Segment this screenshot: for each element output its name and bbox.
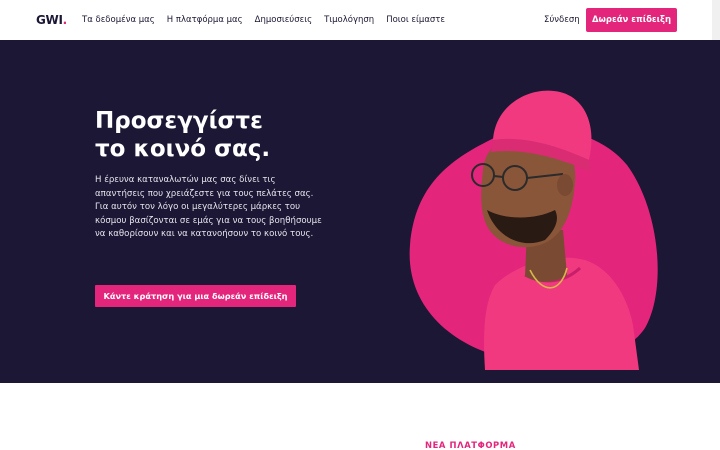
- login-link[interactable]: Σύνδεση: [544, 15, 580, 25]
- nav-link-publications[interactable]: Δημοσιεύσεις: [255, 15, 312, 25]
- scrollbar[interactable]: [712, 0, 720, 40]
- logo-text: GWI: [36, 13, 63, 27]
- hero-headline: Προσεγγίστε το κοινό σας.: [95, 107, 335, 163]
- nav-link-pricing[interactable]: Τιμολόγηση: [324, 15, 374, 25]
- new-platform-label: ΝΕΑ ΠΛΑΤΦΟΡΜΑ: [425, 440, 516, 450]
- hero-headline-line2: το κοινό σας.: [95, 136, 271, 162]
- nav-link-who-we-are[interactable]: Ποιοι είμαστε: [386, 15, 445, 25]
- book-demo-button[interactable]: Κάντε κράτηση για μια δωρεάν επίδειξη: [95, 285, 296, 307]
- logo-dot: .: [62, 13, 68, 27]
- hero-portrait-illustration: [409, 90, 658, 370]
- nav-link-our-platform[interactable]: Η πλατφόρμα μας: [167, 15, 243, 25]
- hero-paragraph: Η έρευνα καταναλωτών μας σας δίνει τις α…: [95, 175, 322, 239]
- hero-section: Προσεγγίστε το κοινό σας. Η έρευνα καταν…: [0, 40, 720, 383]
- top-navigation: GWI. Τα δεδομένα μας Η πλατφόρμα μας Δημ…: [0, 0, 712, 40]
- gwi-logo[interactable]: GWI.: [36, 13, 67, 27]
- nav-link-our-data[interactable]: Τα δεδομένα μας: [82, 15, 155, 25]
- lower-section: ΝΕΑ ΠΛΑΤΦΟΡΜΑ: [0, 383, 720, 450]
- free-demo-button[interactable]: Δωρεάν επίδειξη: [586, 8, 677, 32]
- nav-links: Τα δεδομένα μας Η πλατφόρμα μας Δημοσιεύ…: [82, 0, 457, 40]
- hero-headline-line1: Προσεγγίστε: [95, 108, 263, 134]
